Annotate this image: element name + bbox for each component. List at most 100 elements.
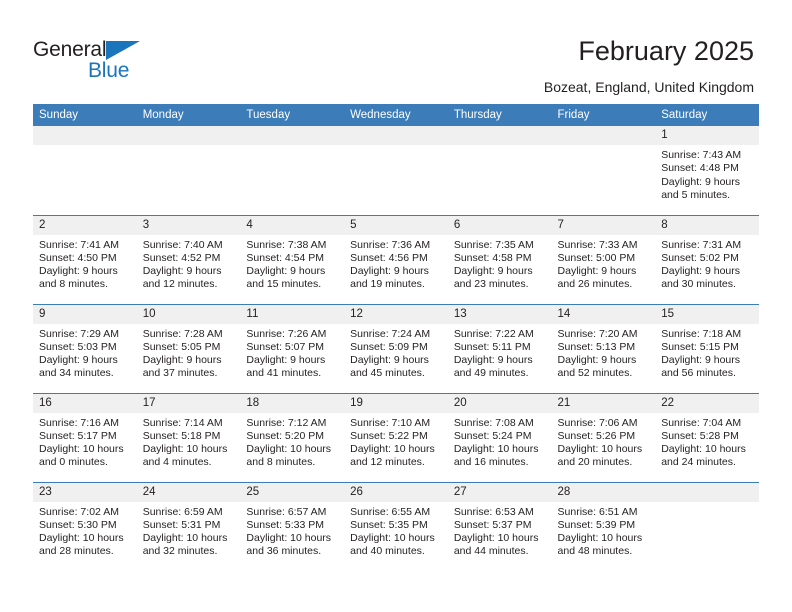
calendar-cell-empty: [447, 126, 552, 215]
calendar-day-cell[interactable]: 25 Sunrise: 6:57 AM Sunset: 5:33 PM Dayligh…: [240, 481, 345, 571]
calendar-day-cell[interactable]: 7 Sunrise: 7:33 AM Sunset: 5:00 PM Daylight…: [551, 214, 656, 304]
daylight-text: Daylight: 10 hours and 40 minutes.: [350, 532, 435, 558]
page-subtitle: Bozeat, England, United Kingdom: [543, 79, 754, 95]
sunrise-text: Sunrise: 7:14 AM: [142, 416, 223, 429]
daylight-text: Daylight: 10 hours and 32 minutes.: [142, 532, 228, 558]
calendar-day-cell[interactable]: 13 Sunrise: 7:22 AM Sunset: 5:11 PM Dayligh…: [447, 303, 552, 393]
day-number: 7: [551, 215, 656, 235]
calendar-day-cell[interactable]: 21 Sunrise: 7:06 AM Sunset: 5:26 PM Dayligh…: [551, 392, 656, 482]
calendar-day-cell[interactable]: 15 Sunrise: 7:18 AM Sunset: 5:15 PM Dayligh…: [655, 303, 759, 393]
calendar-day-cell[interactable]: 6 Sunrise: 7:35 AM Sunset: 4:58 PM Daylight…: [447, 214, 552, 304]
day-number: [655, 482, 759, 502]
sunrise-text: Sunrise: 7:06 AM: [557, 416, 638, 429]
day-number: 1: [655, 126, 759, 145]
calendar-day-cell[interactable]: 18 Sunrise: 7:12 AM Sunset: 5:20 PM Dayligh…: [240, 392, 345, 482]
calendar-day-cell[interactable]: 28 Sunrise: 6:51 AM Sunset: 5:39 PM Dayligh…: [551, 481, 656, 571]
calendar-day-cell[interactable]: 16 Sunrise: 7:16 AM Sunset: 5:17 PM Dayligh…: [33, 392, 137, 482]
day-number: 17: [136, 393, 241, 413]
weekday-header-monday: Monday: [136, 104, 241, 126]
day-sun-info: Sunrise: 7:28 AM Sunset: 5:05 PM Daylight:…: [137, 324, 241, 381]
day-sun-info: Sunrise: 7:29 AM Sunset: 5:03 PM Daylight:…: [33, 324, 137, 381]
day-number: 27: [447, 482, 552, 502]
daylight-text: Daylight: 10 hours and 28 minutes.: [39, 532, 124, 558]
sunset-text: Sunset: 4:48 PM: [661, 162, 739, 175]
sunrise-text: Sunrise: 7:43 AM: [661, 149, 742, 161]
day-number: 22: [655, 393, 759, 413]
sunset-text: Sunset: 5:37 PM: [453, 518, 532, 531]
weekday-header-wednesday: Wednesday: [344, 104, 448, 126]
day-number: 14: [551, 304, 656, 324]
calendar-day-cell[interactable]: 24 Sunrise: 6:59 AM Sunset: 5:31 PM Dayligh…: [136, 481, 241, 571]
calendar-day-cell[interactable]: 19 Sunrise: 7:10 AM Sunset: 5:22 PM Dayligh…: [344, 392, 448, 482]
calendar-cell-empty: [33, 126, 137, 215]
sunrise-text: Sunrise: 6:53 AM: [453, 505, 534, 518]
calendar-cell-empty: [655, 481, 759, 571]
day-sun-info: Sunrise: 7:26 AM Sunset: 5:07 PM Daylight:…: [240, 324, 344, 381]
daylight-text: Daylight: 10 hours and 24 minutes.: [661, 443, 746, 469]
logo-text-general: General: [33, 38, 107, 61]
daylight-text: Daylight: 10 hours and 16 minutes.: [453, 443, 539, 469]
day-number: 20: [447, 393, 552, 413]
daylight-text: Daylight: 10 hours and 8 minutes.: [246, 443, 332, 469]
day-sun-info: Sunrise: 6:51 AM Sunset: 5:39 PM Daylight:…: [552, 502, 656, 559]
sunset-text: Sunset: 4:56 PM: [350, 251, 428, 264]
calendar-day-cell[interactable]: 8 Sunrise: 7:31 AM Sunset: 5:02 PM Daylight…: [655, 214, 759, 304]
day-number: 16: [33, 393, 137, 413]
day-sun-info: Sunrise: 7:43 AM Sunset: 4:48 PM Daylight:…: [655, 145, 759, 202]
daylight-text: Daylight: 9 hours and 52 minutes.: [557, 354, 637, 380]
calendar-week-row: 16 Sunrise: 7:16 AM Sunset: 5:17 PM Dayligh…: [33, 392, 759, 482]
calendar-cell-empty: [551, 126, 656, 215]
sunset-text: Sunset: 5:13 PM: [557, 340, 636, 353]
day-number: 10: [136, 304, 241, 324]
day-sun-info: Sunrise: 7:12 AM Sunset: 5:20 PM Daylight:…: [240, 413, 344, 470]
calendar-day-cell[interactable]: 4 Sunrise: 7:38 AM Sunset: 4:54 PM Daylight…: [240, 214, 345, 304]
weekday-header-sunday: Sunday: [33, 104, 137, 126]
calendar-day-cell[interactable]: 22 Sunrise: 7:04 AM Sunset: 5:28 PM Dayligh…: [655, 392, 759, 482]
sunset-text: Sunset: 5:26 PM: [557, 429, 636, 442]
sunrise-text: Sunrise: 7:04 AM: [661, 416, 742, 429]
calendar-body: 1 Sunrise: 7:43 AM Sunset: 4:48 PM Daylight…: [33, 126, 759, 571]
sunset-text: Sunset: 5:24 PM: [453, 429, 532, 442]
calendar-day-cell[interactable]: 11 Sunrise: 7:26 AM Sunset: 5:07 PM Dayligh…: [240, 303, 345, 393]
calendar-day-cell[interactable]: 1 Sunrise: 7:43 AM Sunset: 4:48 PM Daylight…: [655, 126, 759, 215]
calendar-day-cell[interactable]: 5 Sunrise: 7:36 AM Sunset: 4:56 PM Daylight…: [344, 214, 448, 304]
day-sun-info: Sunrise: 7:38 AM Sunset: 4:54 PM Daylight:…: [240, 235, 344, 292]
logo[interactable]: General Blue: [33, 38, 153, 84]
sunset-text: Sunset: 5:18 PM: [142, 429, 221, 442]
daylight-text: Daylight: 10 hours and 12 minutes.: [350, 443, 435, 469]
daylight-text: Daylight: 9 hours and 45 minutes.: [350, 354, 429, 380]
weekday-header-friday: Friday: [551, 104, 656, 126]
sunrise-text: Sunrise: 7:18 AM: [661, 327, 742, 340]
day-sun-info: Sunrise: 7:10 AM Sunset: 5:22 PM Daylight:…: [344, 413, 448, 470]
day-sun-info: Sunrise: 7:08 AM Sunset: 5:24 PM Daylight:…: [448, 413, 552, 470]
calendar-day-cell[interactable]: 23 Sunrise: 7:02 AM Sunset: 5:30 PM Dayligh…: [33, 481, 137, 571]
sunset-text: Sunset: 5:31 PM: [142, 518, 221, 531]
day-sun-info: Sunrise: 7:36 AM Sunset: 4:56 PM Daylight:…: [344, 235, 448, 292]
calendar-day-cell[interactable]: 3 Sunrise: 7:40 AM Sunset: 4:52 PM Daylight…: [136, 214, 241, 304]
calendar-day-cell[interactable]: 2 Sunrise: 7:41 AM Sunset: 4:50 PM Daylight…: [33, 214, 137, 304]
daylight-text: Daylight: 9 hours and 15 minutes.: [246, 265, 326, 291]
calendar-day-cell[interactable]: 17 Sunrise: 7:14 AM Sunset: 5:18 PM Dayligh…: [136, 392, 241, 482]
sunset-text: Sunset: 5:35 PM: [350, 518, 428, 531]
calendar-day-cell[interactable]: 12 Sunrise: 7:24 AM Sunset: 5:09 PM Dayligh…: [344, 303, 448, 393]
calendar-day-cell[interactable]: 27 Sunrise: 6:53 AM Sunset: 5:37 PM Dayligh…: [447, 481, 552, 571]
day-number: 2: [33, 215, 137, 235]
sunrise-text: Sunrise: 7:16 AM: [39, 416, 119, 429]
daylight-text: Daylight: 9 hours and 56 minutes.: [661, 354, 741, 380]
weekday-headers: Sunday Monday Tuesday Wednesday Thursday Frid…: [33, 104, 759, 126]
weekday-header-tuesday: Tuesday: [240, 104, 345, 126]
calendar-day-cell[interactable]: 9 Sunrise: 7:29 AM Sunset: 5:03 PM Daylight…: [33, 303, 137, 393]
sunset-text: Sunset: 5:03 PM: [39, 340, 117, 353]
sunset-text: Sunset: 5:07 PM: [246, 340, 325, 353]
sunrise-text: Sunrise: 7:10 AM: [350, 416, 431, 429]
calendar-day-cell[interactable]: 14 Sunrise: 7:20 AM Sunset: 5:13 PM Dayligh…: [551, 303, 656, 393]
daylight-text: Daylight: 9 hours and 12 minutes.: [142, 265, 222, 291]
calendar-day-cell[interactable]: 10 Sunrise: 7:28 AM Sunset: 5:05 PM Dayligh…: [136, 303, 241, 393]
day-number: 12: [344, 304, 448, 324]
calendar-day-cell[interactable]: 20 Sunrise: 7:08 AM Sunset: 5:24 PM Dayligh…: [447, 392, 552, 482]
day-number: 6: [447, 215, 552, 235]
calendar-day-cell[interactable]: 26 Sunrise: 6:55 AM Sunset: 5:35 PM Dayligh…: [344, 481, 448, 571]
sunrise-text: Sunrise: 6:51 AM: [557, 505, 638, 518]
sunrise-text: Sunrise: 7:26 AM: [246, 327, 327, 340]
sunset-text: Sunset: 4:58 PM: [453, 251, 532, 264]
